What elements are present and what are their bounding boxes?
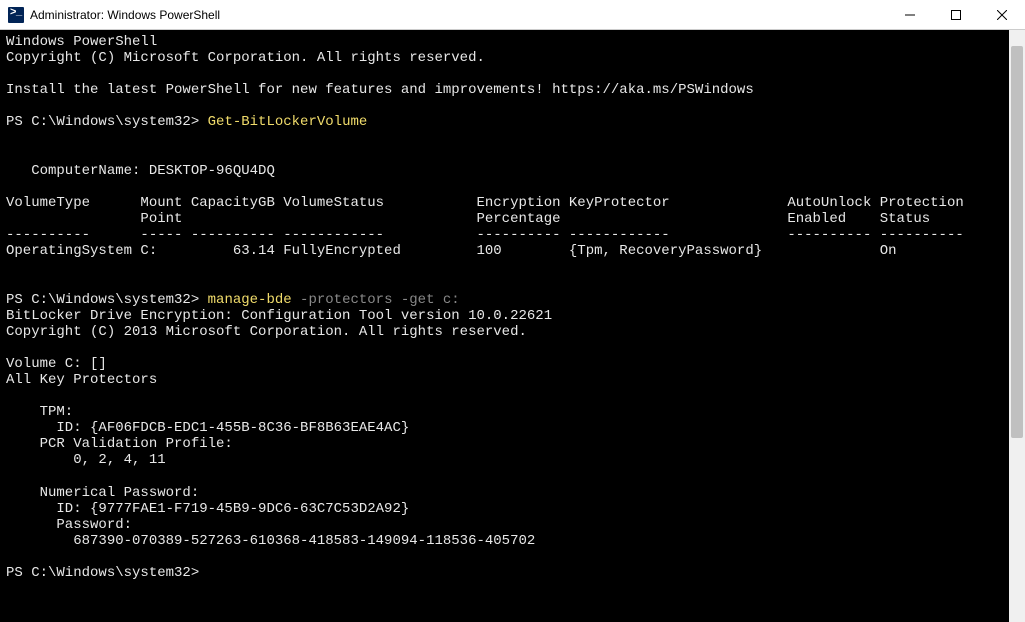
- vertical-scrollbar[interactable]: [1009, 30, 1025, 622]
- scrollbar-thumb[interactable]: [1011, 46, 1023, 438]
- table-rule: ---------- ----- ---------- ------------…: [6, 227, 964, 243]
- console-output[interactable]: Windows PowerShell Copyright (C) Microso…: [0, 30, 1009, 622]
- table-header-1: VolumeType Mount CapacityGB VolumeStatus…: [6, 195, 964, 211]
- table-header-2: Point Percentage Enabled Status: [6, 211, 930, 227]
- close-button[interactable]: [979, 0, 1025, 29]
- prompt1-cmd: Get-BitLockerVolume: [208, 114, 368, 130]
- intro-line2: Copyright (C) Microsoft Corporation. All…: [6, 50, 485, 66]
- install-msg: Install the latest PowerShell for new fe…: [6, 82, 754, 98]
- window-controls: [887, 0, 1025, 29]
- mbde-l7: PCR Validation Profile:: [6, 436, 233, 452]
- mbde-l1: BitLocker Drive Encryption: Configuratio…: [6, 308, 552, 324]
- prompt1-path: PS C:\Windows\system32>: [6, 114, 208, 130]
- computer-name-line: ComputerName: DESKTOP-96QU4DQ: [6, 163, 275, 179]
- mbde-l10: ID: {9777FAE1-F719-45B9-9DC6-63C7C53D2A9…: [6, 501, 409, 517]
- prompt2-path: PS C:\Windows\system32>: [6, 292, 208, 308]
- window-titlebar: Administrator: Windows PowerShell: [0, 0, 1025, 30]
- mbde-l5: TPM:: [6, 404, 73, 420]
- scrollbar-track[interactable]: [1009, 46, 1025, 606]
- intro-line1: Windows PowerShell: [6, 34, 157, 50]
- mbde-l6: ID: {AF06FDCB-EDC1-455B-8C36-BF8B63EAE4A…: [6, 420, 409, 436]
- powershell-icon: [8, 7, 24, 23]
- table-row: OperatingSystem C: 63.14 FullyEncrypted …: [6, 243, 897, 259]
- maximize-button[interactable]: [933, 0, 979, 29]
- console-body: Windows PowerShell Copyright (C) Microso…: [0, 30, 1025, 622]
- minimize-button[interactable]: [887, 0, 933, 29]
- mbde-l2: Copyright (C) 2013 Microsoft Corporation…: [6, 324, 527, 340]
- mbde-l9: Numerical Password:: [6, 485, 199, 501]
- mbde-l4: All Key Protectors: [6, 372, 157, 388]
- mbde-l3: Volume C: []: [6, 356, 107, 372]
- mbde-l8: 0, 2, 4, 11: [6, 452, 166, 468]
- window-title: Administrator: Windows PowerShell: [30, 8, 887, 22]
- mbde-l12: 687390-070389-527263-610368-418583-14909…: [6, 533, 535, 549]
- prompt2-args: -protectors -get c:: [292, 292, 460, 308]
- prompt2-cmd: manage-bde: [208, 292, 292, 308]
- prompt3-path: PS C:\Windows\system32>: [6, 565, 199, 581]
- mbde-l11: Password:: [6, 517, 132, 533]
